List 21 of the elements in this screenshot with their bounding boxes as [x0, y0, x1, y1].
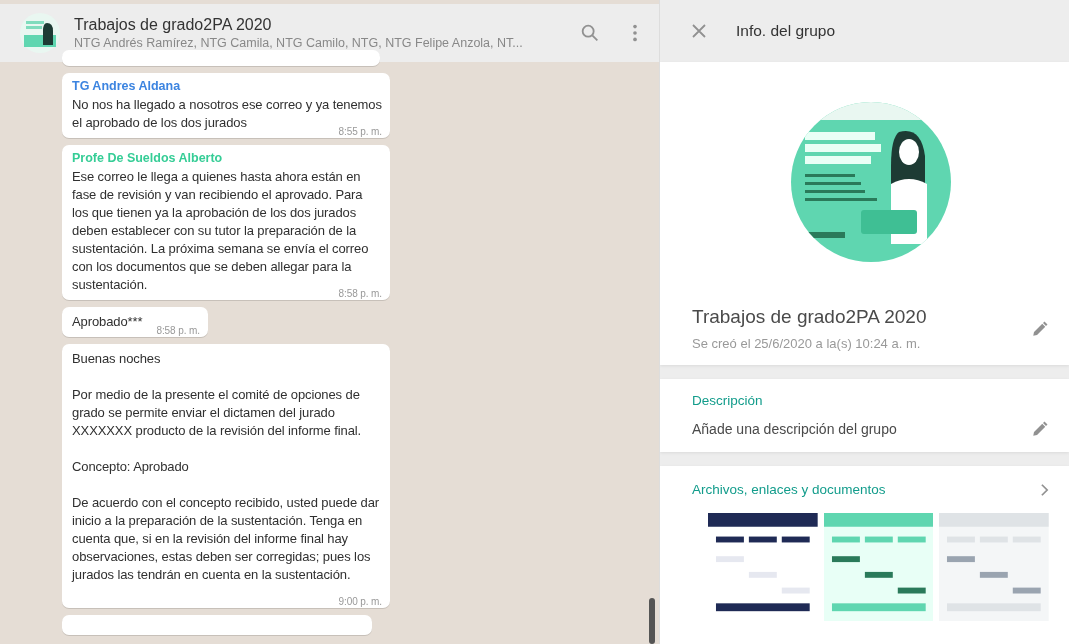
created-date: Se creó el 25/6/2020 a la(s) 10:24 a. m. [692, 336, 922, 351]
sender-name: TG Andres Aldana [72, 79, 182, 93]
pencil-icon[interactable] [1031, 420, 1049, 438]
group-name: Trabajos de grado2PA 2020 [692, 306, 928, 328]
section-label[interactable]: Archivos, enlaces y documentos [692, 482, 886, 497]
chat-title: Trabajos de grado2PA 2020 [74, 16, 273, 34]
scrollbar[interactable] [649, 598, 655, 644]
panel-title: Info. del grupo [736, 22, 836, 40]
section-label: Descripción [692, 393, 764, 408]
chevron-right-icon[interactable] [1040, 482, 1049, 497]
participant-list: NTG Andrés Ramírez, NTG Camila, NTG Camilo, NTG, NTG Felipe Anzola, NT... [74, 36, 565, 50]
pencil-icon[interactable] [1031, 319, 1049, 338]
menu-icon[interactable] [631, 22, 639, 44]
message-text: Buenas noches Por medio de la presente el comité de opciones de grado se permite enviar el dictamen del jurado XXXXXXX producto de la revisión del informe final. Concepto: Aprobado De acuerdo con el concepto recibido, usted puede dar inicio a la preparación de la sustentación. Tenga en cuenta que, si en la revisión del informe final hay observaciones, estas deben ser corregidas; pues los jurados las tendrán en cuenta en la sustentación. [72, 351, 380, 582]
close-icon[interactable] [692, 24, 706, 38]
description-placeholder[interactable]: Añade una descripción del grupo [692, 421, 897, 437]
message-time: 8:58 p. m. [156, 324, 200, 338]
search-icon[interactable] [579, 22, 601, 44]
sender-name: Profe De Sueldos Alberto [72, 151, 224, 165]
message-time: 9:00 p. m. [338, 595, 382, 609]
message-text: Aprobado*** [72, 314, 143, 329]
